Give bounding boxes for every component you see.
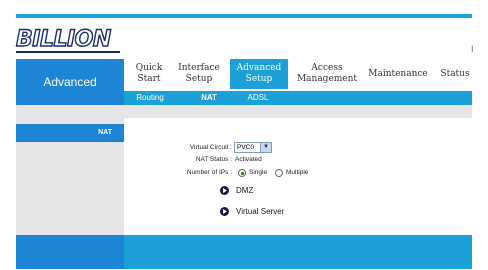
virtual-circuit-label: Virtual Circuit : — [189, 144, 232, 151]
subtab-adsl[interactable]: ADSL — [238, 91, 278, 105]
single-ip-label: Single — [249, 169, 268, 176]
header-top-rule — [16, 14, 472, 18]
single-ip-radio[interactable] — [238, 169, 246, 177]
nat-status-value: Activated — [235, 156, 262, 163]
nat-status-label: NAT Status : — [195, 156, 232, 163]
arrow-bullet-icon — [220, 186, 229, 195]
tab-advanced-setup[interactable]: Advanced Setup — [230, 59, 288, 89]
radio-selected-dot — [240, 171, 244, 175]
sidebar-section-title: Advanced — [16, 59, 124, 105]
header-corner-mark: I — [471, 44, 474, 54]
tab-maintenance-label: Maintenance — [368, 68, 428, 79]
subnav-bar — [124, 91, 472, 105]
content-header-band — [124, 105, 472, 118]
subtab-nat[interactable]: NAT — [186, 91, 232, 105]
virtual-circuit-value: PVC0 — [237, 144, 254, 151]
multiple-ip-label: Multiple — [286, 169, 309, 176]
chevron-down-icon[interactable]: ▼ — [260, 143, 271, 152]
tab-interface-setup-label: Interface Setup — [178, 63, 220, 84]
tab-advanced-setup-label: Advanced Setup — [236, 63, 282, 84]
tab-quick-start-label: Quick Start — [135, 63, 163, 84]
tab-status[interactable]: Status — [438, 59, 472, 89]
logo-underline — [16, 51, 120, 53]
billion-logo: BILLION — [15, 27, 112, 52]
arrow-bullet-icon — [220, 207, 229, 216]
virtual-circuit-select[interactable]: PVC0 ▼ — [234, 142, 272, 153]
tab-status-label: Status — [440, 68, 470, 79]
tab-access-management[interactable]: Access Management — [294, 59, 360, 89]
sidebar-footer — [16, 235, 124, 269]
multiple-ip-radio[interactable] — [275, 169, 283, 177]
virtual-server-link[interactable]: Virtual Server — [236, 207, 316, 217]
dmz-link[interactable]: DMZ — [236, 186, 276, 196]
number-of-ips-label: Number of IPs : — [186, 169, 232, 176]
tab-access-management-label: Access Management — [296, 63, 358, 84]
tab-interface-setup[interactable]: Interface Setup — [170, 59, 228, 89]
sidebar-item-nat[interactable]: NAT — [16, 124, 124, 142]
subtab-routing[interactable]: Routing — [126, 91, 174, 105]
tab-quick-start[interactable]: Quick Start — [128, 59, 170, 89]
footer-bar — [124, 235, 472, 269]
tab-maintenance[interactable]: Maintenance — [366, 59, 430, 89]
